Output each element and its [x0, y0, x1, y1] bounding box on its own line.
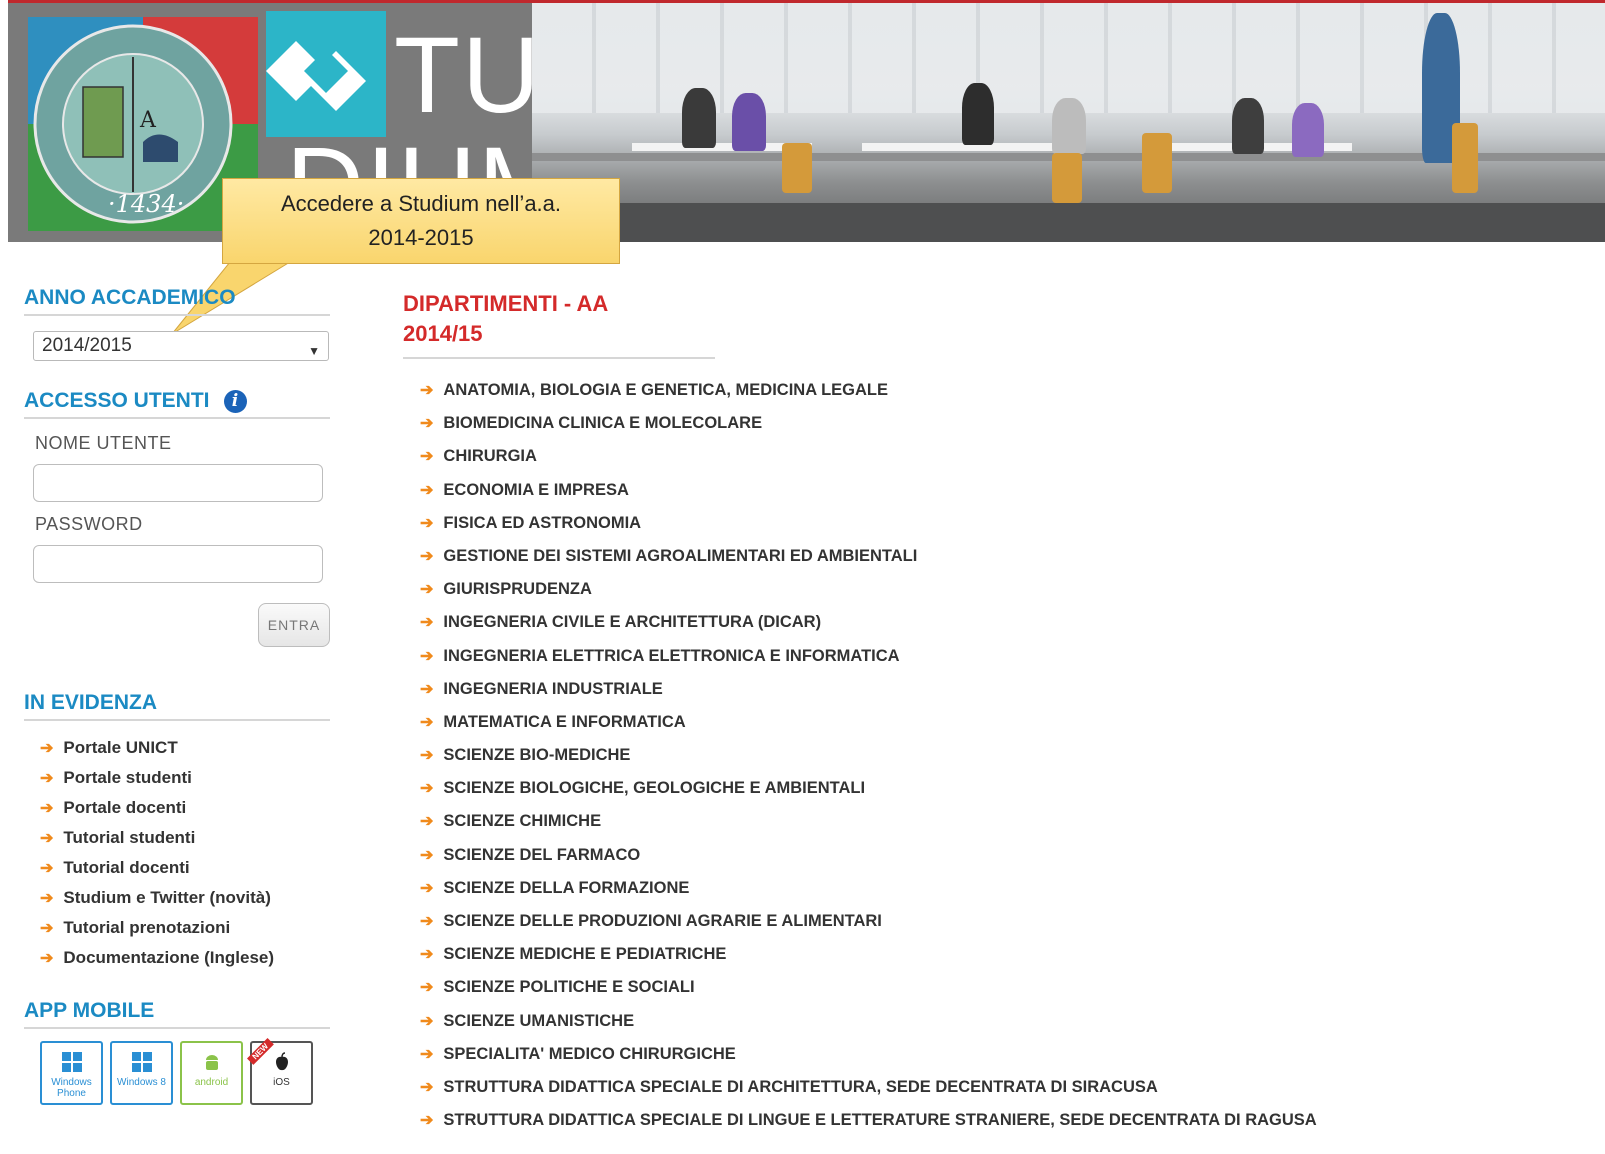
- list-item[interactable]: ➔ Tutorial studenti: [40, 828, 274, 858]
- list-item[interactable]: ➔ CHIRURGIA: [420, 445, 1317, 478]
- svg-text:A: A: [139, 108, 157, 133]
- arrow-right-icon: ➔: [40, 890, 54, 907]
- page-title: DIPARTIMENTI - AA 2014/15: [403, 289, 715, 359]
- list-item[interactable]: ➔ Portale UNICT: [40, 738, 274, 768]
- arrow-right-icon: ➔: [420, 547, 434, 565]
- list-item[interactable]: ➔ Portale studenti: [40, 768, 274, 798]
- arrow-right-icon: ➔: [40, 740, 54, 757]
- list-item[interactable]: ➔ INGEGNERIA INDUSTRIALE: [420, 678, 1317, 711]
- arrow-right-icon: ➔: [420, 415, 434, 433]
- android-icon: [205, 1055, 218, 1070]
- list-item[interactable]: ➔ Studium e Twitter (novità): [40, 888, 274, 918]
- arrow-right-icon: ➔: [40, 770, 54, 787]
- callout-line-1: Accedere a Studium nell’a.a.: [280, 191, 562, 216]
- arrow-right-icon: ➔: [420, 1078, 434, 1096]
- apple-icon: [275, 1052, 288, 1071]
- arrow-right-icon: ➔: [40, 950, 54, 967]
- username-label: NOME UTENTE: [35, 433, 172, 453]
- arrow-right-icon: ➔: [40, 830, 54, 847]
- list-item[interactable]: ➔ Portale docenti: [40, 798, 274, 828]
- list-item[interactable]: ➔ FISICA ED ASTRONOMIA: [420, 512, 1317, 545]
- password-label: PASSWORD: [35, 514, 143, 534]
- list-item[interactable]: ➔ BIOMEDICINA CLINICA E MOLECOLARE: [420, 412, 1317, 445]
- accesso-utenti-label: ACCESSO UTENTI: [24, 389, 210, 412]
- app-label: Windows 8: [117, 1077, 166, 1088]
- arrow-right-icon: ➔: [420, 713, 434, 731]
- students-header-photo: [532, 3, 1605, 242]
- list-item[interactable]: ➔ SCIENZE DEL FARMACO: [420, 844, 1317, 877]
- list-item[interactable]: ➔ Tutorial prenotazioni: [40, 918, 274, 948]
- password-input[interactable]: [33, 545, 323, 583]
- callout-line-2: 2014-2015: [368, 225, 474, 250]
- arrow-right-icon: ➔: [40, 800, 54, 817]
- arrow-right-icon: ➔: [420, 747, 434, 765]
- arrow-right-icon: ➔: [420, 647, 434, 665]
- academic-year-value: 2014/2015: [42, 335, 132, 356]
- arrow-right-icon: ➔: [420, 382, 434, 399]
- list-item[interactable]: ➔ SCIENZE POLITICHE E SOCIALI: [420, 976, 1317, 1009]
- list-item[interactable]: ➔ ECONOMIA E IMPRESA: [420, 479, 1317, 512]
- svg-text:·1434·: ·1434·: [108, 190, 184, 218]
- arrow-right-icon: ➔: [420, 879, 434, 897]
- info-icon[interactable]: i: [223, 389, 247, 413]
- list-item[interactable]: ➔ Documentazione (Inglese): [40, 948, 274, 978]
- list-item[interactable]: ➔ SCIENZE MEDICHE E PEDIATRICHE: [420, 943, 1317, 976]
- list-item[interactable]: ➔ STRUTTURA DIDATTICA SPECIALE DI LINGUE …: [420, 1109, 1317, 1142]
- list-item[interactable]: ➔ Tutorial docenti: [40, 858, 274, 888]
- arrow-right-icon: ➔: [420, 913, 434, 930]
- academic-year-select[interactable]: 2014/2015 ▼: [33, 331, 329, 361]
- list-item[interactable]: ➔ SCIENZE CHIMICHE: [420, 810, 1317, 843]
- accesso-utenti-heading: ACCESSO UTENTI i: [24, 389, 330, 419]
- list-item[interactable]: ➔ SCIENZE UMANISTICHE: [420, 1010, 1317, 1043]
- username-input[interactable]: [33, 464, 323, 502]
- login-button[interactable]: ENTRA: [258, 603, 330, 647]
- windows8-app-button[interactable]: Windows 8: [110, 1041, 173, 1105]
- android-app-button[interactable]: android: [180, 1041, 243, 1105]
- app-label: android: [194, 1077, 229, 1088]
- list-item[interactable]: ➔ ANATOMIA, BIOLOGIA E GENETICA, MEDICINA…: [420, 379, 1317, 412]
- arrow-right-icon: ➔: [420, 1112, 434, 1130]
- arrow-right-icon: ➔: [420, 680, 434, 698]
- list-item[interactable]: ➔ SCIENZE BIO-MEDICHE: [420, 744, 1317, 777]
- list-item[interactable]: ➔ STRUTTURA DIDATTICA SPECIALE DI ARCHITE…: [420, 1076, 1317, 1109]
- windows8-icon: [131, 1052, 152, 1072]
- arrow-right-icon: ➔: [420, 1045, 434, 1063]
- windows-phone-icon: [61, 1052, 82, 1072]
- list-item[interactable]: ➔ GESTIONE DEI SISTEMI AGROALIMENTARI ED …: [420, 545, 1317, 578]
- list-item[interactable]: ➔ MATEMATICA E INFORMATICA: [420, 711, 1317, 744]
- arrow-right-icon: ➔: [420, 780, 434, 798]
- arrow-right-icon: ➔: [420, 514, 434, 532]
- title-line-1: DIPARTIMENTI - AA: [403, 291, 609, 316]
- arrow-right-icon: ➔: [40, 920, 54, 937]
- arrow-right-icon: ➔: [420, 481, 434, 499]
- arrow-right-icon: ➔: [420, 946, 434, 964]
- list-item[interactable]: ➔ SCIENZE BIOLOGICHE, GEOLOGICHE E AMBIEN…: [420, 777, 1317, 810]
- arrow-right-icon: ➔: [420, 448, 434, 466]
- callout-note: Accedere a Studium nell’a.a. 2014-2015: [222, 178, 620, 264]
- arrow-right-icon: ➔: [420, 979, 434, 997]
- in-evidenza-list: ➔ Portale UNICT ➔ Portale studenti ➔ Portal…: [40, 738, 274, 978]
- ios-app-button[interactable]: iOS NEW: [247, 1038, 313, 1105]
- list-item[interactable]: ➔ INGEGNERIA ELETTRICA ELETTRONICA E INFO…: [420, 645, 1317, 678]
- arrow-right-icon: ➔: [40, 860, 54, 877]
- arrow-right-icon: ➔: [420, 846, 434, 864]
- arrow-right-icon: ➔: [420, 614, 434, 632]
- list-item[interactable]: ➔ INGEGNERIA CIVILE E ARCHITETTURA (DICAR…: [420, 611, 1317, 644]
- in-evidenza-heading: IN EVIDENZA: [24, 691, 330, 721]
- departments-list: ➔ ANATOMIA, BIOLOGIA E GENETICA, MEDICINA…: [420, 379, 1317, 1142]
- arrow-right-icon: ➔: [420, 813, 434, 831]
- app-label: Windows Phone: [51, 1077, 92, 1099]
- arrow-right-icon: ➔: [420, 581, 434, 599]
- list-item[interactable]: ➔ SCIENZE DELLA FORMAZIONE: [420, 877, 1317, 910]
- list-item[interactable]: ➔ GIURISPRUDENZA: [420, 578, 1317, 611]
- title-line-2: 2014/15: [403, 321, 483, 346]
- chevron-down-icon: ▼: [308, 344, 320, 358]
- windows-phone-app-button[interactable]: Windows Phone: [40, 1041, 103, 1105]
- app-label: iOS: [273, 1077, 290, 1088]
- app-mobile-heading: APP MOBILE: [24, 999, 330, 1029]
- list-item[interactable]: ➔ SCIENZE DELLE PRODUZIONI AGRARIE E ALIM…: [420, 910, 1317, 943]
- arrow-right-icon: ➔: [420, 1012, 434, 1030]
- anno-accademico-heading: ANNO ACCADEMICO: [24, 286, 330, 316]
- list-item[interactable]: ➔ SPECIALITA' MEDICO CHIRURGICHE: [420, 1043, 1317, 1076]
